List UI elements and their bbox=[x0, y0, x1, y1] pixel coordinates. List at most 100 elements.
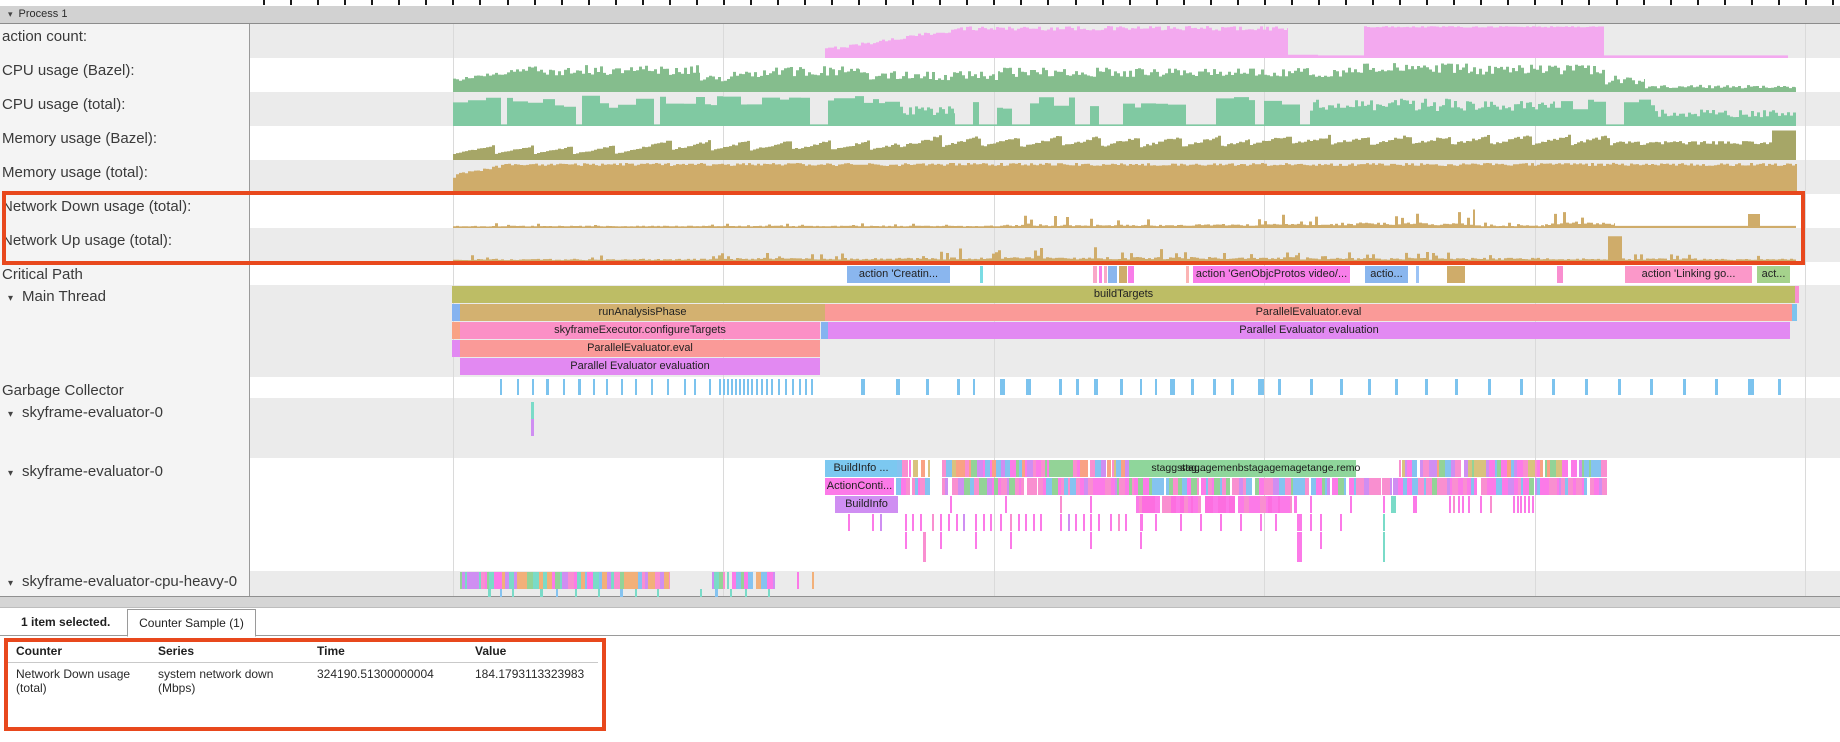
skyframe2-tick[interactable] bbox=[1125, 514, 1127, 531]
cpu-heavy-slice[interactable] bbox=[669, 572, 670, 589]
main-thread-slice-parallelevaluator-eval[interactable]: ParallelEvaluator.eval bbox=[460, 340, 820, 357]
skyframe2-dense-slice[interactable] bbox=[929, 478, 930, 495]
cpu-heavy-sub-tick[interactable] bbox=[700, 589, 702, 597]
critical-path-slice[interactable] bbox=[1128, 266, 1134, 283]
track-label-network-up-usage-total[interactable]: Network Up usage (total): bbox=[2, 232, 172, 249]
cpu-heavy-sub-tick[interactable] bbox=[657, 589, 659, 597]
skyframe2-tick[interactable] bbox=[1453, 496, 1455, 513]
skyframe2-tick[interactable] bbox=[990, 514, 992, 531]
skyframe2-dense-slice[interactable] bbox=[1344, 478, 1346, 495]
skyframe2-tick[interactable] bbox=[1060, 514, 1062, 531]
cell-time[interactable]: 324190.51300000004 bbox=[317, 668, 434, 682]
gc-tick[interactable] bbox=[578, 379, 581, 395]
cpu-heavy-sub-tick[interactable] bbox=[500, 589, 502, 597]
skyframe2-deep-tick[interactable] bbox=[1383, 549, 1385, 562]
skyframe2-tick[interactable] bbox=[1090, 514, 1092, 531]
skyframe2-tick[interactable] bbox=[1320, 514, 1322, 531]
gc-tick[interactable] bbox=[635, 379, 637, 395]
skyframe2-tick[interactable] bbox=[983, 514, 985, 531]
critical-path-slice-action-creatin[interactable]: action 'Creatin... bbox=[847, 266, 950, 283]
critical-path-slice-actio[interactable]: actio... bbox=[1365, 266, 1408, 283]
critical-path-slice[interactable] bbox=[1416, 266, 1419, 283]
skyframe2-dense-slice[interactable] bbox=[1033, 478, 1037, 495]
skyframe2-dense-slice[interactable] bbox=[1474, 478, 1477, 495]
skyframe2-dense-slice[interactable] bbox=[1562, 460, 1568, 477]
gc-tick[interactable] bbox=[1076, 379, 1079, 395]
gc-tick[interactable] bbox=[532, 379, 534, 395]
critical-path-slice-action-linking-go[interactable]: action 'Linking go... bbox=[1625, 266, 1752, 283]
skyframe2-dense-slice[interactable] bbox=[1047, 460, 1049, 477]
track-label-memory-usage-total[interactable]: Memory usage (total): bbox=[2, 164, 148, 181]
cpu-heavy-sub-tick[interactable] bbox=[715, 589, 718, 597]
skyframe2-tick[interactable] bbox=[1391, 496, 1396, 513]
skyframe2-dense-slice[interactable] bbox=[1390, 478, 1392, 495]
cpu-heavy-sub-tick[interactable] bbox=[635, 589, 637, 597]
skyframe2-tick[interactable] bbox=[963, 514, 965, 531]
gc-tick[interactable] bbox=[1278, 379, 1281, 395]
gc-tick[interactable] bbox=[1340, 379, 1343, 395]
gc-tick[interactable] bbox=[723, 379, 725, 395]
skyframe2-tick[interactable] bbox=[1083, 514, 1085, 531]
gc-tick[interactable] bbox=[1368, 379, 1371, 395]
skyframe2-tick[interactable] bbox=[1005, 496, 1007, 513]
gc-tick[interactable] bbox=[761, 379, 763, 395]
cpu-heavy-tick[interactable] bbox=[797, 572, 799, 589]
gc-tick[interactable] bbox=[1170, 379, 1175, 395]
gc-tick[interactable] bbox=[1650, 379, 1653, 395]
gc-tick[interactable] bbox=[1140, 379, 1142, 395]
skyframe2-dense-slice[interactable] bbox=[1290, 496, 1292, 513]
skyframe2-tick[interactable] bbox=[1340, 514, 1342, 531]
track-label-critical-path[interactable]: Critical Path bbox=[2, 266, 83, 283]
skyframe2-dense-slice[interactable] bbox=[1021, 478, 1024, 495]
skyframe2-dense-slice[interactable] bbox=[1412, 460, 1417, 477]
gc-tick[interactable] bbox=[778, 379, 780, 395]
skyframe2-tick[interactable] bbox=[1513, 496, 1515, 513]
gc-tick[interactable] bbox=[1425, 379, 1428, 395]
critical-path-slice[interactable] bbox=[1108, 266, 1117, 283]
skyframe2-tick[interactable] bbox=[1000, 514, 1002, 531]
track-label-memory-usage-bazel[interactable]: Memory usage (Bazel): bbox=[2, 130, 157, 147]
critical-path-slice[interactable] bbox=[1447, 266, 1465, 283]
skyframe2-dense-slice[interactable] bbox=[1540, 460, 1543, 477]
skyframe2-tick[interactable] bbox=[1383, 532, 1385, 549]
skyframe2-tick[interactable] bbox=[956, 514, 958, 531]
skyframe2-tick[interactable] bbox=[1060, 496, 1062, 513]
skyframe2-tick[interactable] bbox=[912, 514, 914, 531]
skyframe2-dense-slice[interactable] bbox=[945, 478, 948, 495]
skyframe2-dense-slice[interactable] bbox=[1606, 460, 1607, 477]
skyframe2-tick[interactable] bbox=[1297, 532, 1302, 549]
track-label-skyframe-evaluator-0[interactable]: ▾skyframe-evaluator-0 bbox=[8, 404, 163, 421]
skyframe2-tick[interactable] bbox=[905, 532, 907, 549]
gc-tick[interactable] bbox=[563, 379, 565, 395]
skyframe2-tick[interactable] bbox=[1320, 532, 1322, 549]
gc-tick[interactable] bbox=[756, 379, 758, 395]
skyframe2-dense-slice[interactable] bbox=[1305, 478, 1309, 495]
skyframe2-dense-slice[interactable] bbox=[1125, 460, 1129, 477]
skyframe2-tick[interactable] bbox=[848, 514, 850, 531]
counter-chart-action-count[interactable] bbox=[250, 24, 1840, 58]
main-thread-slice[interactable] bbox=[452, 322, 460, 339]
gc-tick[interactable] bbox=[1191, 379, 1194, 395]
gc-tick[interactable] bbox=[799, 379, 801, 395]
gc-tick[interactable] bbox=[1155, 379, 1157, 395]
gc-tick[interactable] bbox=[667, 379, 669, 395]
skyframe2-dense-slice[interactable] bbox=[921, 460, 925, 477]
skyframe1-slice[interactable] bbox=[531, 419, 534, 436]
gc-tick[interactable] bbox=[621, 379, 623, 395]
skyframe2-tick[interactable] bbox=[1033, 514, 1035, 531]
track-label-cpu-usage-bazel[interactable]: CPU usage (Bazel): bbox=[2, 62, 135, 79]
skyframe2-dense-slice[interactable] bbox=[906, 478, 910, 495]
skyframe2-tick[interactable] bbox=[1528, 496, 1530, 513]
skyframe2-tick[interactable] bbox=[1383, 496, 1385, 513]
skyframe2-tick[interactable] bbox=[1462, 496, 1464, 513]
track-label-skyframe-evaluator-0[interactable]: ▾skyframe-evaluator-0 bbox=[8, 463, 163, 480]
skyframe2-dense-slice[interactable] bbox=[913, 460, 918, 477]
skyframe2-tick[interactable] bbox=[1025, 514, 1027, 531]
gc-tick[interactable] bbox=[1455, 379, 1458, 395]
gc-tick[interactable] bbox=[1026, 379, 1031, 395]
skyframe2-tick[interactable] bbox=[1524, 496, 1526, 513]
track-label-cpu-usage-total[interactable]: CPU usage (total): bbox=[2, 96, 125, 113]
skyframe2-tick[interactable] bbox=[1018, 514, 1020, 531]
gc-tick[interactable] bbox=[1000, 379, 1005, 395]
skyframe2-slice[interactable] bbox=[1049, 460, 1073, 477]
